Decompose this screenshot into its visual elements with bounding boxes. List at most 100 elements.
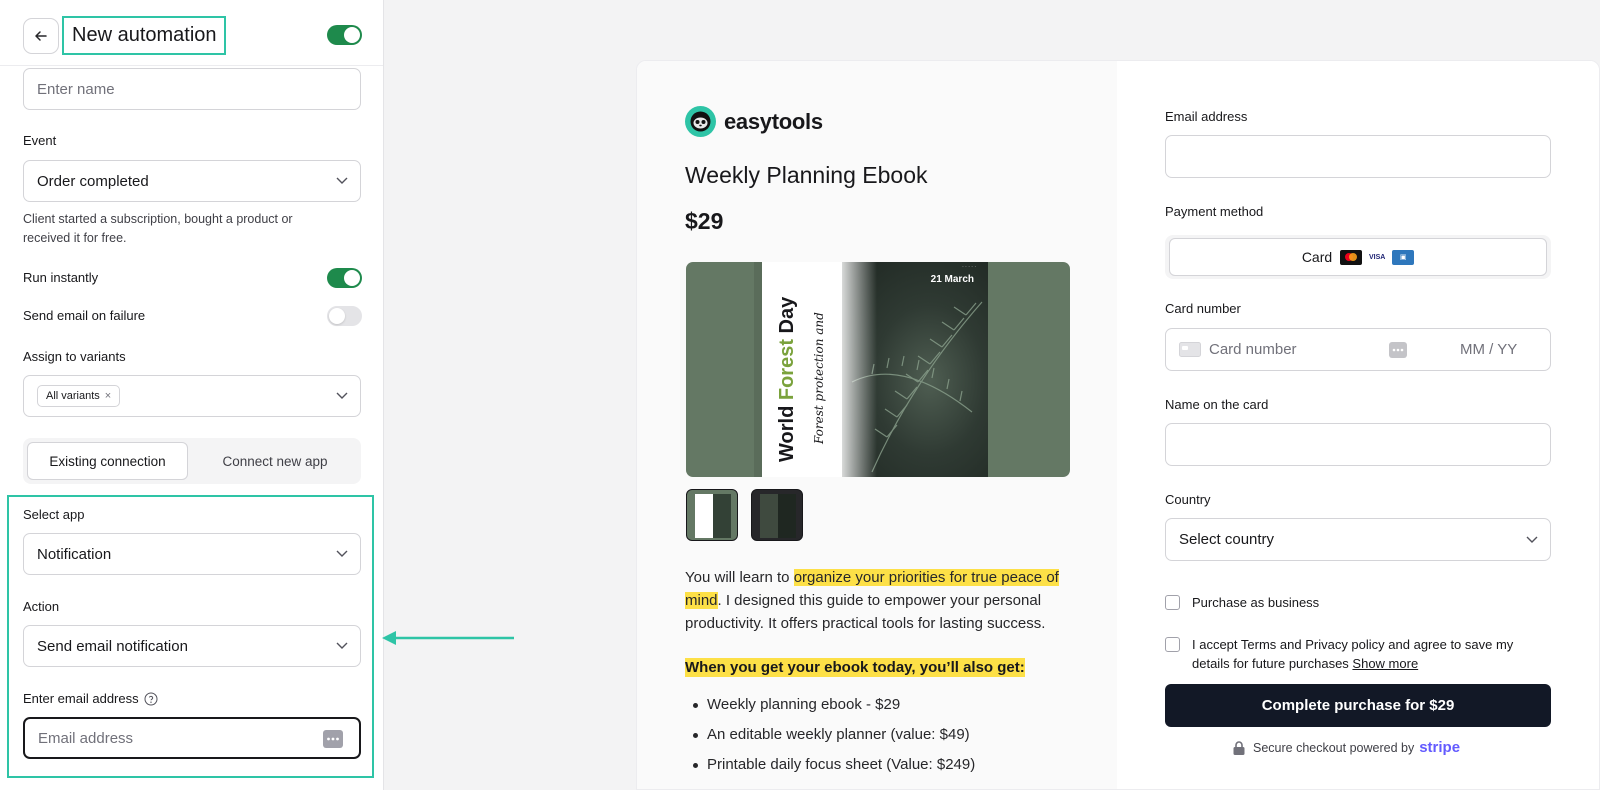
chevron-down-icon [336, 392, 348, 399]
send-email-failure-toggle[interactable] [327, 306, 362, 326]
chevron-down-icon [336, 550, 348, 557]
country-select[interactable]: Select country [1165, 518, 1551, 561]
password-manager-icon[interactable] [1389, 342, 1407, 358]
bonus-list: Weekly planning ebook - $29 An editable … [685, 690, 1085, 780]
thumbnail-strip [686, 489, 803, 541]
bonus-heading: When you get your ebook today, you’ll al… [685, 658, 1025, 677]
accept-terms-label: I accept Terms and Privacy policy and ag… [1192, 635, 1552, 673]
accept-terms-checkbox[interactable] [1165, 637, 1180, 652]
list-item: Weekly planning ebook - $29 [685, 690, 1085, 720]
select-app-label: Select app [23, 507, 85, 522]
product-description: You will learn to organize your prioriti… [685, 566, 1073, 635]
credit-card-icon [1179, 342, 1201, 357]
chevron-down-icon [336, 177, 348, 184]
checkout-email-input[interactable] [1165, 135, 1551, 178]
send-email-failure-label: Send email on failure [23, 308, 146, 323]
event-help-text: Client started a subscription, bought a … [23, 212, 293, 245]
stripe-logo: stripe [1419, 739, 1461, 756]
cover-title-part1: World [776, 400, 798, 462]
thumbnail-2[interactable] [751, 489, 803, 541]
book-spine [754, 262, 762, 477]
show-more-link[interactable]: Show more [1352, 656, 1418, 671]
event-select-value: Order completed [37, 172, 149, 190]
arrow-left-icon [35, 31, 47, 41]
description-rest: . I designed this guide to empower your … [685, 592, 1046, 632]
payment-method-label: Payment method [1165, 204, 1264, 219]
cover-date: 21 March [930, 274, 974, 285]
brand: easytools [685, 106, 823, 137]
complete-purchase-button[interactable]: Complete purchase for $29 [1165, 684, 1551, 727]
purchase-as-business-label: Purchase as business [1192, 595, 1320, 610]
name-on-card-label: Name on the card [1165, 397, 1269, 412]
password-manager-icon[interactable] [323, 730, 343, 748]
checkout-preview: easytools Weekly Planning Ebook $29 · · … [636, 60, 1600, 790]
annotation-arrow-icon [382, 631, 514, 645]
back-button[interactable] [23, 18, 59, 54]
lock-icon [1233, 740, 1245, 755]
purchase-as-business-checkbox[interactable] [1165, 595, 1180, 610]
chevron-down-icon [1526, 536, 1538, 543]
select-app-dropdown[interactable]: Notification [23, 533, 361, 575]
variants-label: Assign to variants [23, 349, 126, 364]
automation-name-input[interactable]: Enter name [23, 68, 361, 110]
select-app-value: Notification [37, 545, 112, 563]
action-label: Action [23, 599, 60, 614]
cover-title-part2: Forest [776, 339, 798, 401]
secure-checkout-note: Secure checkout powered by stripe [1233, 739, 1460, 756]
cover-tiny-text: · · · · · [962, 264, 976, 270]
easytools-logo-icon [685, 106, 716, 137]
amex-icon: ▣ [1392, 249, 1415, 265]
variants-select[interactable]: All variants × [23, 375, 361, 417]
tab-connect-new-app[interactable]: Connect new app [193, 442, 357, 480]
product-price: $29 [685, 208, 724, 234]
product-title: Weekly Planning Ebook [685, 162, 928, 188]
event-select[interactable]: Order completed [23, 160, 361, 202]
chevron-down-icon [336, 642, 348, 649]
country-select-value: Select country [1179, 531, 1275, 548]
country-label: Country [1165, 492, 1211, 507]
cover-fade [817, 262, 877, 477]
run-instantly-label: Run instantly [23, 270, 99, 285]
product-cover-image: · · · · · 21 March World Forest Day Fore… [686, 262, 1070, 477]
card-number-label: Card number [1165, 301, 1241, 316]
email-address-input[interactable]: Email address [23, 717, 361, 759]
card-number-placeholder: Card number [1209, 341, 1297, 358]
event-label: Event [23, 133, 57, 148]
visa-icon: VISA [1366, 249, 1389, 265]
thumbnail-1[interactable] [686, 489, 738, 541]
payment-panel: Email address Payment method Card VISA ▣… [1117, 61, 1599, 789]
help-circle-icon[interactable] [144, 692, 158, 706]
book-cover: · · · · · 21 March World Forest Day Fore… [762, 262, 988, 477]
automation-title: New automation [62, 16, 226, 55]
email-address-label-text: Enter email address [23, 691, 139, 706]
connection-tabs: Existing connection Connect new app [23, 438, 361, 484]
card-number-input[interactable]: Card number MM / YY [1165, 328, 1551, 371]
payment-option-card[interactable]: Card VISA ▣ [1169, 238, 1547, 276]
action-value: Send email notification [37, 637, 188, 655]
mastercard-icon [1340, 249, 1363, 265]
action-dropdown[interactable]: Send email notification [23, 625, 361, 667]
email-label: Email address [1165, 109, 1248, 124]
sidebar-header: New automation [0, 0, 383, 66]
cover-subtitle: Forest protection and [812, 312, 826, 444]
product-panel: easytools Weekly Planning Ebook $29 · · … [637, 61, 1117, 789]
card-brands: VISA ▣ [1340, 249, 1415, 265]
variant-chip: All variants × [37, 385, 121, 407]
tab-existing-connection[interactable]: Existing connection [27, 442, 188, 480]
payment-method-selector: Card VISA ▣ [1165, 235, 1551, 279]
description-intro: You will learn to [685, 569, 794, 586]
payment-option-label: Card [1301, 249, 1333, 265]
expiry-placeholder[interactable]: MM / YY [1460, 341, 1517, 358]
cover-title: World Forest Day [776, 297, 799, 462]
automation-enabled-toggle[interactable] [327, 25, 362, 45]
list-item: An editable weekly planner (value: $49) [685, 720, 1085, 750]
secure-text: Secure checkout powered by [1253, 740, 1415, 755]
run-instantly-toggle[interactable] [327, 268, 362, 288]
name-on-card-input[interactable] [1165, 423, 1551, 466]
chip-remove-icon[interactable]: × [105, 390, 111, 402]
brand-name: easytools [724, 108, 823, 134]
email-address-label: Enter email address [23, 691, 158, 706]
email-address-placeholder: Email address [38, 729, 134, 747]
list-item: Printable daily focus sheet (Value: $249… [685, 750, 1085, 780]
variant-chip-label: All variants [46, 390, 100, 402]
